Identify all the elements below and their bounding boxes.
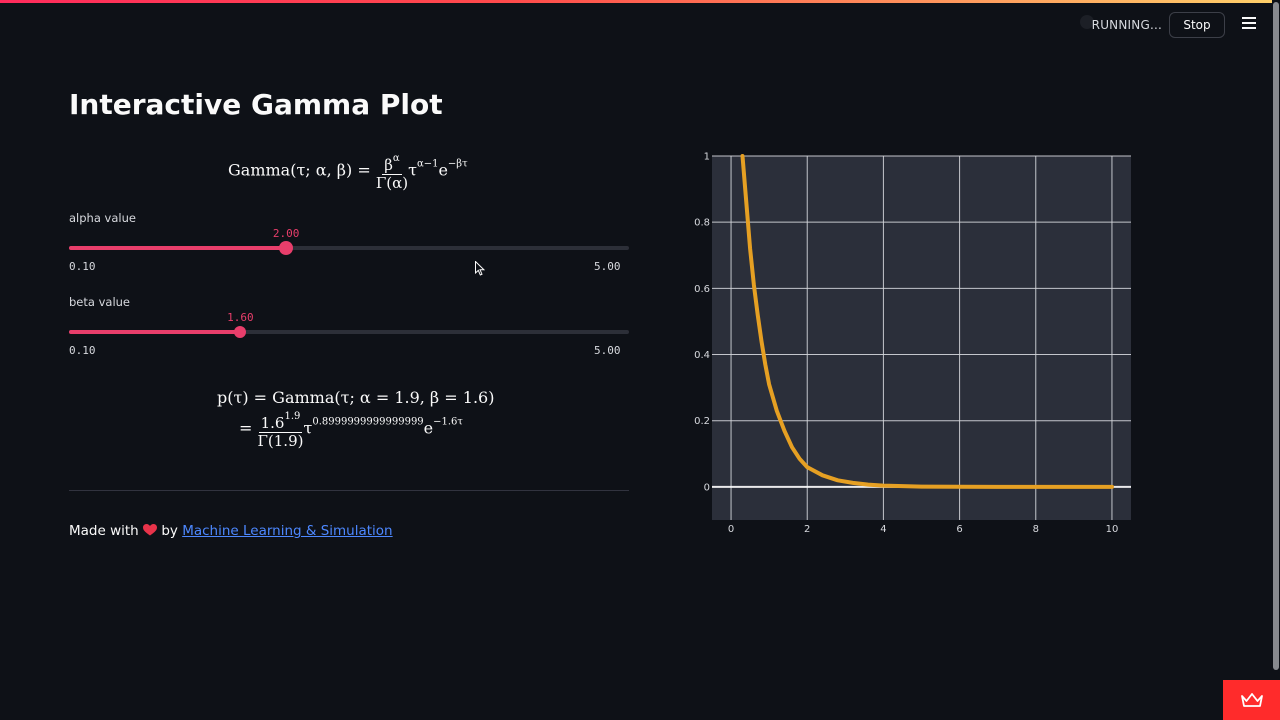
- alpha-slider-max: 5.00: [594, 260, 621, 273]
- gamma-plot[interactable]: 0 2 4 6 8 10 0 0.2 0.4 0.6 0.8 1: [680, 148, 1150, 548]
- x-tick-label: 10: [1106, 524, 1119, 535]
- crown-icon: [1240, 693, 1263, 707]
- beta-slider[interactable]: [69, 326, 629, 338]
- beta-slider-min: 0.10: [69, 344, 96, 357]
- beta-slider-value: 1.60: [227, 311, 254, 324]
- beta-slider-label: beta value: [69, 295, 130, 309]
- divider: [69, 490, 629, 491]
- x-tick-label: 4: [880, 524, 886, 535]
- y-tick-label: 0.4: [694, 350, 710, 361]
- status-text: RUNNING...: [1091, 18, 1162, 32]
- stop-button[interactable]: Stop: [1169, 12, 1225, 38]
- footer: Made with by Machine Learning & Simulati…: [69, 523, 393, 539]
- y-tick-label: 0.8: [694, 218, 710, 229]
- y-tick-label: 1: [704, 152, 710, 163]
- scrollbar[interactable]: [1272, 0, 1280, 720]
- heart-icon: [143, 524, 158, 536]
- x-tick-label: 8: [1033, 524, 1039, 535]
- alpha-slider-label: alpha value: [69, 211, 136, 225]
- footer-link[interactable]: Machine Learning & Simulation: [182, 523, 392, 539]
- streamlit-badge[interactable]: [1223, 680, 1280, 720]
- y-tick-label: 0.2: [694, 416, 710, 427]
- beta-slider-thumb[interactable]: [234, 326, 247, 338]
- pdf-formula-line1: p(τ) = Gamma(τ; α = 1.9, β = 1.6): [217, 388, 495, 407]
- alpha-slider-min: 0.10: [69, 260, 96, 273]
- gamma-formula: Gamma(τ; α, β) = βα Γ(α) τα−1e−βτ: [228, 150, 468, 192]
- hamburger-menu-icon[interactable]: [1242, 17, 1256, 29]
- page-title: Interactive Gamma Plot: [69, 88, 443, 121]
- beta-slider-max: 5.00: [594, 344, 621, 357]
- y-tick-label: 0.6: [694, 284, 710, 295]
- alpha-slider[interactable]: [69, 241, 629, 255]
- x-tick-label: 0: [728, 524, 734, 535]
- x-tick-label: 6: [956, 524, 962, 535]
- top-progress-line: [0, 0, 1280, 3]
- y-tick-label: 0: [704, 482, 710, 493]
- pdf-formula-line2: = 1.61.9 Γ(1.9) τ0.8999999999999999e−1.6…: [239, 408, 463, 450]
- plot-area: [712, 156, 1131, 520]
- alpha-slider-thumb[interactable]: [279, 241, 294, 255]
- x-tick-label: 2: [804, 524, 810, 535]
- alpha-slider-value: 2.00: [272, 227, 300, 240]
- mouse-cursor-icon: [475, 261, 485, 276]
